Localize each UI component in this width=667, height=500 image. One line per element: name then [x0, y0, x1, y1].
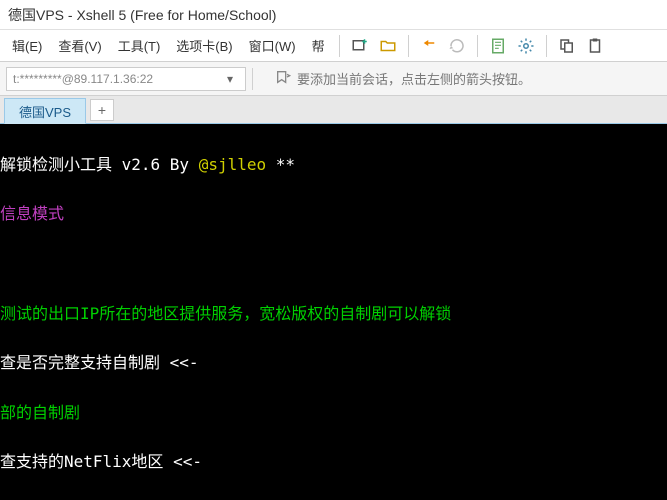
copy-icon[interactable] — [554, 33, 580, 59]
session-tab-active[interactable]: 德国VPS — [4, 98, 86, 124]
menu-help-truncated[interactable]: 帮 — [304, 32, 333, 59]
toolbar-separator — [546, 35, 547, 57]
menu-tools[interactable]: 工具(T) — [110, 32, 169, 59]
session-tab-bar: 德国VPS + — [0, 96, 667, 124]
term-info: 部的自制剧 — [0, 403, 80, 422]
term-text: 查支持的NetFlix地区 <<- — [0, 452, 202, 471]
term-text: 查是否完整支持自制剧 <<- — [0, 353, 199, 372]
settings-icon[interactable] — [513, 33, 539, 59]
term-mode: 信息模式 — [0, 204, 64, 223]
toolbar-separator — [477, 35, 478, 57]
address-dropdown-icon[interactable]: ▾ — [221, 72, 239, 86]
plus-icon: + — [98, 102, 106, 118]
paste-icon[interactable] — [582, 33, 608, 59]
toolbar-separator — [339, 35, 340, 57]
terminal-output[interactable]: 解锁检测小工具 v2.6 By @sjlleo ** 信息模式 测试的出口IP所… — [0, 124, 667, 500]
address-hint-text: 要添加当前会话，点击左侧的箭头按钮。 — [297, 69, 531, 88]
properties-icon[interactable] — [485, 33, 511, 59]
open-icon[interactable] — [375, 33, 401, 59]
toolbar-separator — [408, 35, 409, 57]
disconnect-icon[interactable] — [444, 33, 470, 59]
term-text: ** — [266, 155, 295, 174]
menu-edit[interactable]: 辑(E) — [4, 32, 50, 59]
window-title: 德国VPS - Xshell 5 (Free for Home/School) — [8, 5, 276, 25]
window-titlebar: 德国VPS - Xshell 5 (Free for Home/School) — [0, 0, 667, 30]
term-text: 解锁检测小工具 v2.6 By — [0, 155, 199, 174]
menu-window[interactable]: 窗口(W) — [241, 32, 304, 59]
session-tab-label: 德国VPS — [19, 102, 71, 121]
menu-view[interactable]: 查看(V) — [50, 32, 109, 59]
address-input[interactable]: t:*********@89.117.1.36:22 ▾ — [6, 67, 246, 91]
term-info: 测试的出口IP所在的地区提供服务，宽松版权的自制剧可以解锁 — [0, 304, 451, 323]
menu-bar: 辑(E) 查看(V) 工具(T) 选项卡(B) 窗口(W) 帮 — [0, 30, 667, 62]
reconnect-icon[interactable] — [416, 33, 442, 59]
new-session-icon[interactable] — [347, 33, 373, 59]
address-hint: 要添加当前会话，点击左侧的箭头按钮。 — [275, 69, 531, 88]
address-value: t:*********@89.117.1.36:22 — [13, 72, 153, 86]
menu-options[interactable]: 选项卡(B) — [168, 32, 240, 59]
term-author: @sjlleo — [199, 155, 266, 174]
toolbar-separator — [252, 68, 253, 90]
bookmark-icon — [275, 69, 291, 88]
address-bar: t:*********@89.117.1.36:22 ▾ 要添加当前会话，点击左… — [0, 62, 667, 96]
tab-add-button[interactable]: + — [90, 99, 114, 121]
